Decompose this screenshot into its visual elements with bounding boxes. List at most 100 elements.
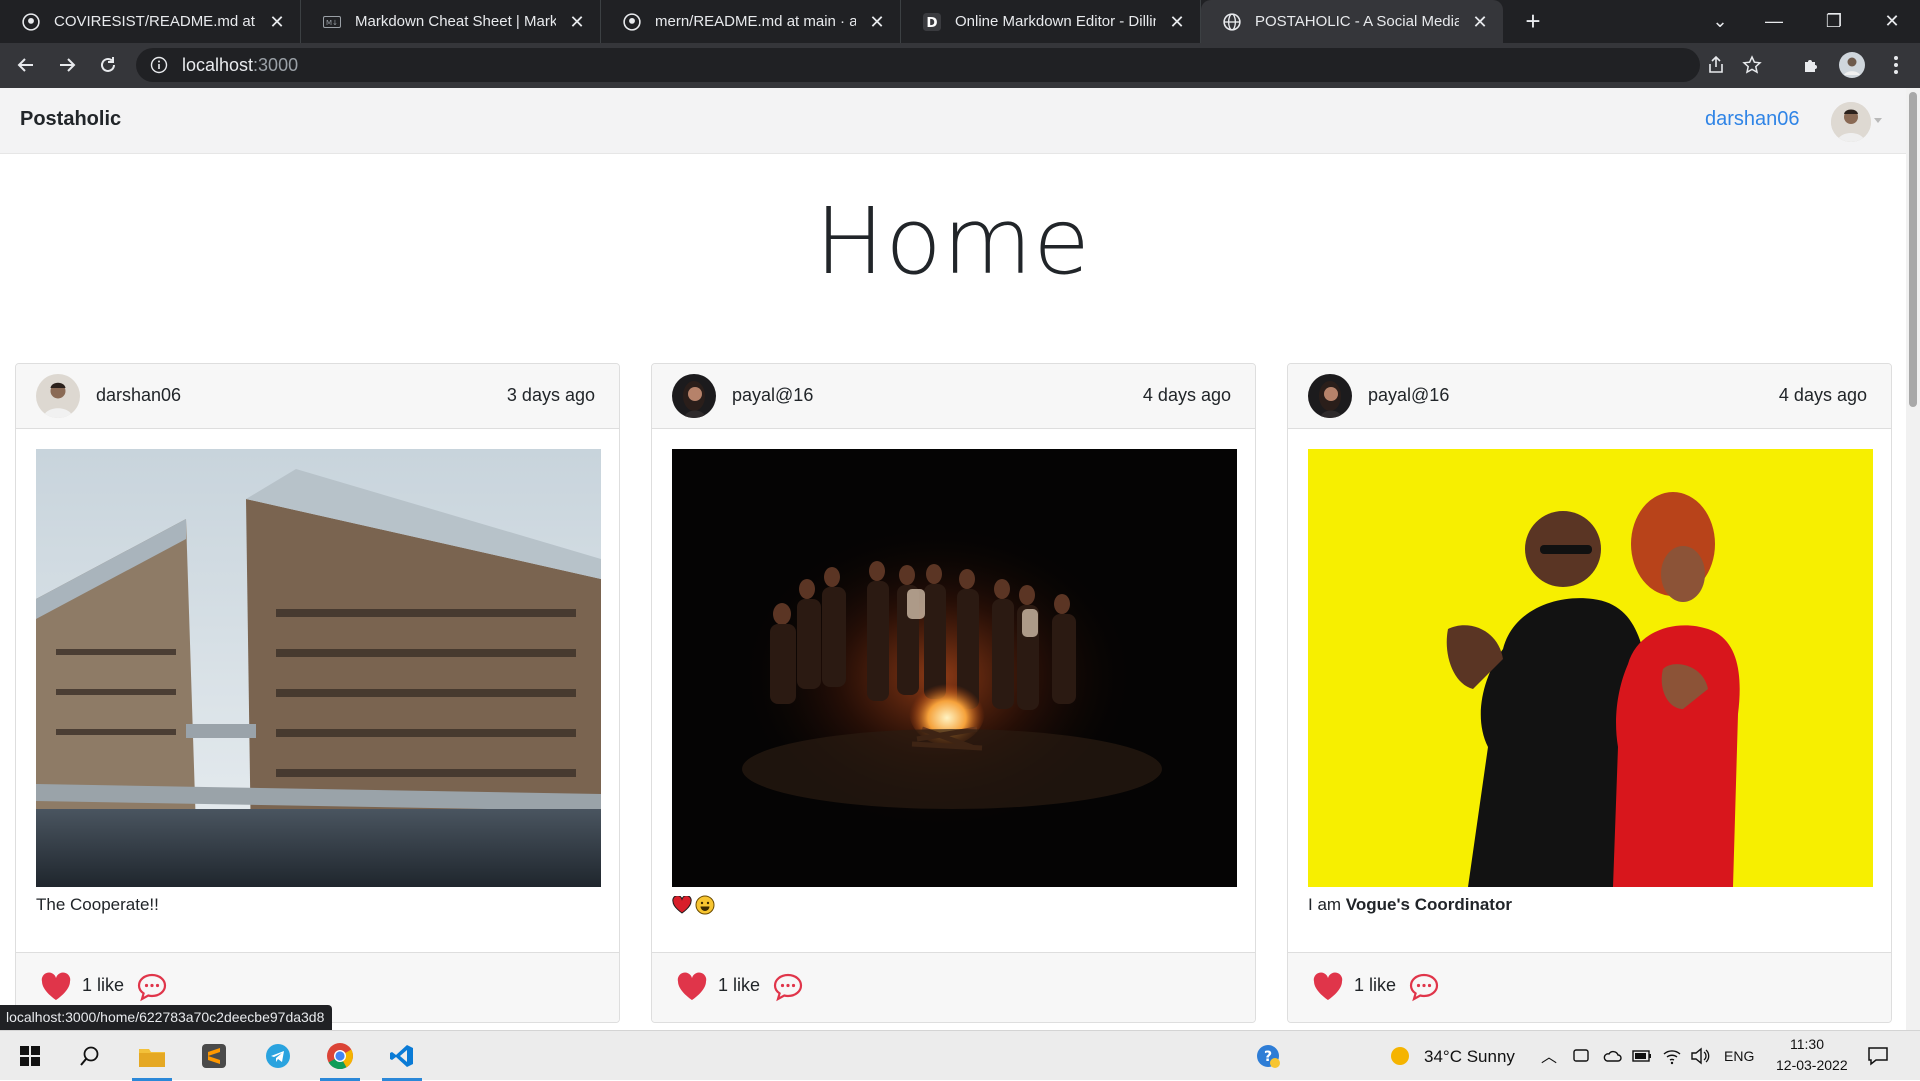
post-author[interactable]: payal@16 (732, 385, 813, 406)
minimize-button[interactable]: — (1746, 0, 1802, 43)
author-avatar[interactable] (1308, 374, 1352, 418)
weather-sun-icon[interactable] (1390, 1046, 1410, 1066)
share-icon[interactable] (1706, 55, 1726, 75)
url-host: localhost (182, 54, 254, 75)
help-icon[interactable]: ? (1244, 1031, 1292, 1081)
weather-text[interactable]: 34°C Sunny (1424, 1047, 1515, 1067)
post-time: 3 days ago (506, 385, 595, 405)
post-image[interactable] (1308, 449, 1873, 887)
comment-icon[interactable] (772, 971, 804, 1003)
nav-avatar[interactable] (1831, 102, 1871, 142)
post-footer: 1 like (652, 952, 1255, 1022)
forward-button[interactable] (51, 49, 83, 81)
globe-icon (1223, 12, 1241, 31)
meet-now-icon[interactable] (1572, 1047, 1590, 1065)
user-photo (36, 374, 80, 418)
tab-title: Online Markdown Editor - Dilling (955, 13, 1156, 30)
vscode-icon[interactable] (378, 1031, 426, 1081)
tray-chevron-icon[interactable]: ︿ (1541, 1043, 1557, 1067)
close-window-button[interactable]: ✕ (1864, 0, 1920, 43)
post-author[interactable]: payal@16 (1368, 385, 1449, 406)
page-viewport: Postaholic darshan06 Home darshan06 3 da… (0, 88, 1906, 1030)
tab-close-icon[interactable]: ✕ (868, 13, 886, 31)
back-button[interactable] (10, 49, 42, 81)
post-header: payal@16 4 days ago (652, 364, 1255, 429)
user-photo (1831, 102, 1871, 142)
onedrive-icon[interactable] (1602, 1047, 1622, 1065)
tab-mern-readme[interactable]: mern/README.md at main · ama ✕ (601, 0, 901, 43)
volume-icon[interactable] (1690, 1047, 1710, 1065)
new-tab-button[interactable]: + (1517, 6, 1549, 38)
browser-menu-icon[interactable] (1882, 51, 1910, 79)
chrome-icon[interactable] (316, 1031, 364, 1081)
comment-icon[interactable] (1408, 971, 1440, 1003)
windows-start-icon[interactable] (6, 1031, 54, 1081)
bookmark-star-icon[interactable] (1742, 55, 1762, 75)
search-icon[interactable] (66, 1031, 114, 1081)
extensions-icon[interactable] (1798, 51, 1826, 79)
reload-icon (101, 57, 115, 72)
battery-icon[interactable] (1632, 1048, 1652, 1064)
heart-icon[interactable] (676, 972, 708, 1002)
post-caption: I am Vogue's Coordinator (1308, 895, 1512, 915)
tab-title: POSTAHOLIC - A Social Media W (1255, 13, 1459, 30)
tab-markdown-cheat-sheet[interactable]: M↓ Markdown Cheat Sheet | Markdo ✕ (301, 0, 601, 43)
status-bar-url: localhost:3000/home/622783a70c2deecbe97d… (0, 1005, 333, 1030)
heart-icon[interactable] (1312, 972, 1344, 1002)
red-heart-emoji (672, 896, 692, 914)
tab-dillinger[interactable]: D Online Markdown Editor - Dilling ✕ (901, 0, 1201, 43)
language-indicator[interactable]: ENG (1724, 1048, 1754, 1064)
post-image[interactable] (672, 449, 1237, 887)
dropdown-caret-icon[interactable] (1874, 118, 1882, 123)
post-caption: The Cooperate!! (36, 895, 159, 915)
tab-coviresist[interactable]: COVIRESIST/README.md at mast ✕ (0, 0, 301, 43)
github-icon (22, 12, 40, 31)
tab-search-chevron-icon[interactable]: ⌄ (1692, 0, 1748, 43)
info-icon[interactable] (150, 56, 168, 74)
file-explorer-icon[interactable] (128, 1031, 176, 1081)
user-photo (672, 374, 716, 418)
building-photo (36, 449, 601, 887)
tab-close-icon[interactable]: ✕ (568, 13, 586, 31)
caption-text: The Cooperate!! (36, 895, 159, 914)
svg-text:D: D (926, 15, 937, 31)
nav-username-link[interactable]: darshan06 (1705, 108, 1800, 131)
tab-title: COVIRESIST/README.md at mast (54, 13, 256, 30)
wifi-icon[interactable] (1662, 1047, 1682, 1065)
brand-logo[interactable]: Postaholic (20, 108, 121, 131)
post-time: 4 days ago (1778, 385, 1867, 405)
profile-avatar[interactable] (1838, 51, 1866, 79)
clock-time[interactable]: 11:30 (1790, 1036, 1824, 1052)
telegram-icon[interactable] (254, 1031, 302, 1081)
like-count: 1 like (1354, 975, 1397, 995)
post-image[interactable] (36, 449, 601, 887)
post-footer: 1 like (1288, 952, 1891, 1022)
tab-close-icon[interactable]: ✕ (268, 13, 286, 31)
restore-button[interactable]: ❐ (1806, 0, 1862, 43)
author-avatar[interactable] (672, 374, 716, 418)
clock-date[interactable]: 12-03-2022 (1776, 1057, 1848, 1073)
models-photo (1308, 449, 1873, 887)
comment-icon[interactable] (136, 971, 168, 1003)
tab-close-icon[interactable]: ✕ (1471, 13, 1489, 31)
post-header: payal@16 4 days ago (1288, 364, 1891, 429)
author-avatar[interactable] (36, 374, 80, 418)
page-scrollbar[interactable] (1906, 88, 1920, 1030)
like-count: 1 like (82, 975, 125, 995)
arrow-left-icon (17, 58, 33, 72)
arrow-right-icon (60, 58, 76, 72)
post-author[interactable]: darshan06 (96, 385, 181, 406)
reload-button[interactable] (92, 49, 124, 81)
tab-close-icon[interactable]: ✕ (1168, 13, 1186, 31)
address-bar[interactable]: localhost:3000 (136, 48, 1762, 82)
scrollbar-thumb[interactable] (1909, 92, 1917, 407)
notifications-icon[interactable] (1867, 1045, 1889, 1067)
heart-icon[interactable] (40, 972, 72, 1002)
github-icon (623, 12, 641, 31)
caption-bold-text: Vogue's Coordinator (1345, 895, 1512, 914)
sublime-text-icon[interactable] (190, 1031, 238, 1081)
tab-postaholic[interactable]: POSTAHOLIC - A Social Media W ✕ (1201, 0, 1503, 43)
windows-taskbar: ? 34°C Sunny ︿ ENG 11:30 12-03-2022 (0, 1030, 1920, 1081)
grinning-face-emoji (695, 895, 715, 915)
post-time: 4 days ago (1142, 385, 1231, 405)
